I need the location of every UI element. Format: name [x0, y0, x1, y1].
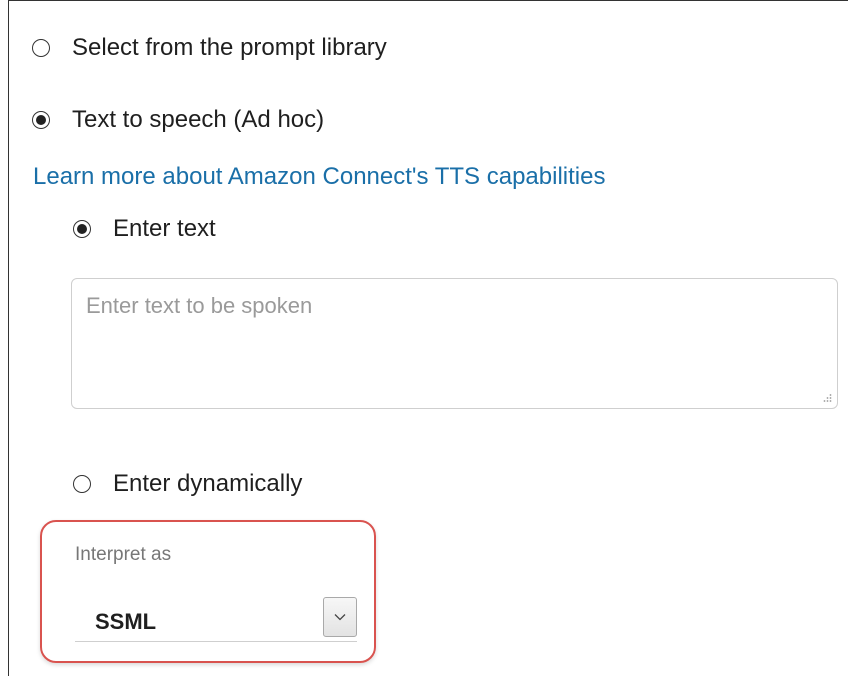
interpret-as-highlight: Interpret as SSML: [40, 520, 376, 663]
enter-text-label: Enter text: [113, 215, 216, 242]
prompt-library-radio[interactable]: [32, 39, 50, 57]
enter-dynamically-label: Enter dynamically: [113, 470, 303, 497]
enter-text-option[interactable]: Enter text: [73, 215, 216, 243]
interpret-as-select[interactable]: SSML: [75, 597, 357, 642]
chevron-down-icon: [334, 614, 346, 621]
text-to-speak-input[interactable]: [72, 279, 837, 408]
enter-dynamically-option[interactable]: Enter dynamically: [73, 470, 302, 498]
tts-adhoc-option[interactable]: Text to speech (Ad hoc): [32, 106, 324, 134]
interpret-as-value: SSML: [95, 609, 157, 634]
resize-grip-icon[interactable]: [822, 393, 832, 403]
interpret-as-label: Interpret as: [75, 544, 172, 565]
select-dropdown-button[interactable]: [323, 597, 357, 637]
text-to-speak-container: [71, 278, 838, 409]
tts-adhoc-label: Text to speech (Ad hoc): [72, 106, 325, 133]
tts-adhoc-radio[interactable]: [32, 111, 50, 129]
tts-capabilities-link[interactable]: Learn more about Amazon Connect's TTS ca…: [33, 163, 605, 191]
prompt-library-label: Select from the prompt library: [72, 34, 387, 61]
enter-text-radio[interactable]: [73, 220, 91, 238]
enter-dynamically-radio[interactable]: [73, 475, 91, 493]
prompt-library-option[interactable]: Select from the prompt library: [32, 34, 387, 62]
